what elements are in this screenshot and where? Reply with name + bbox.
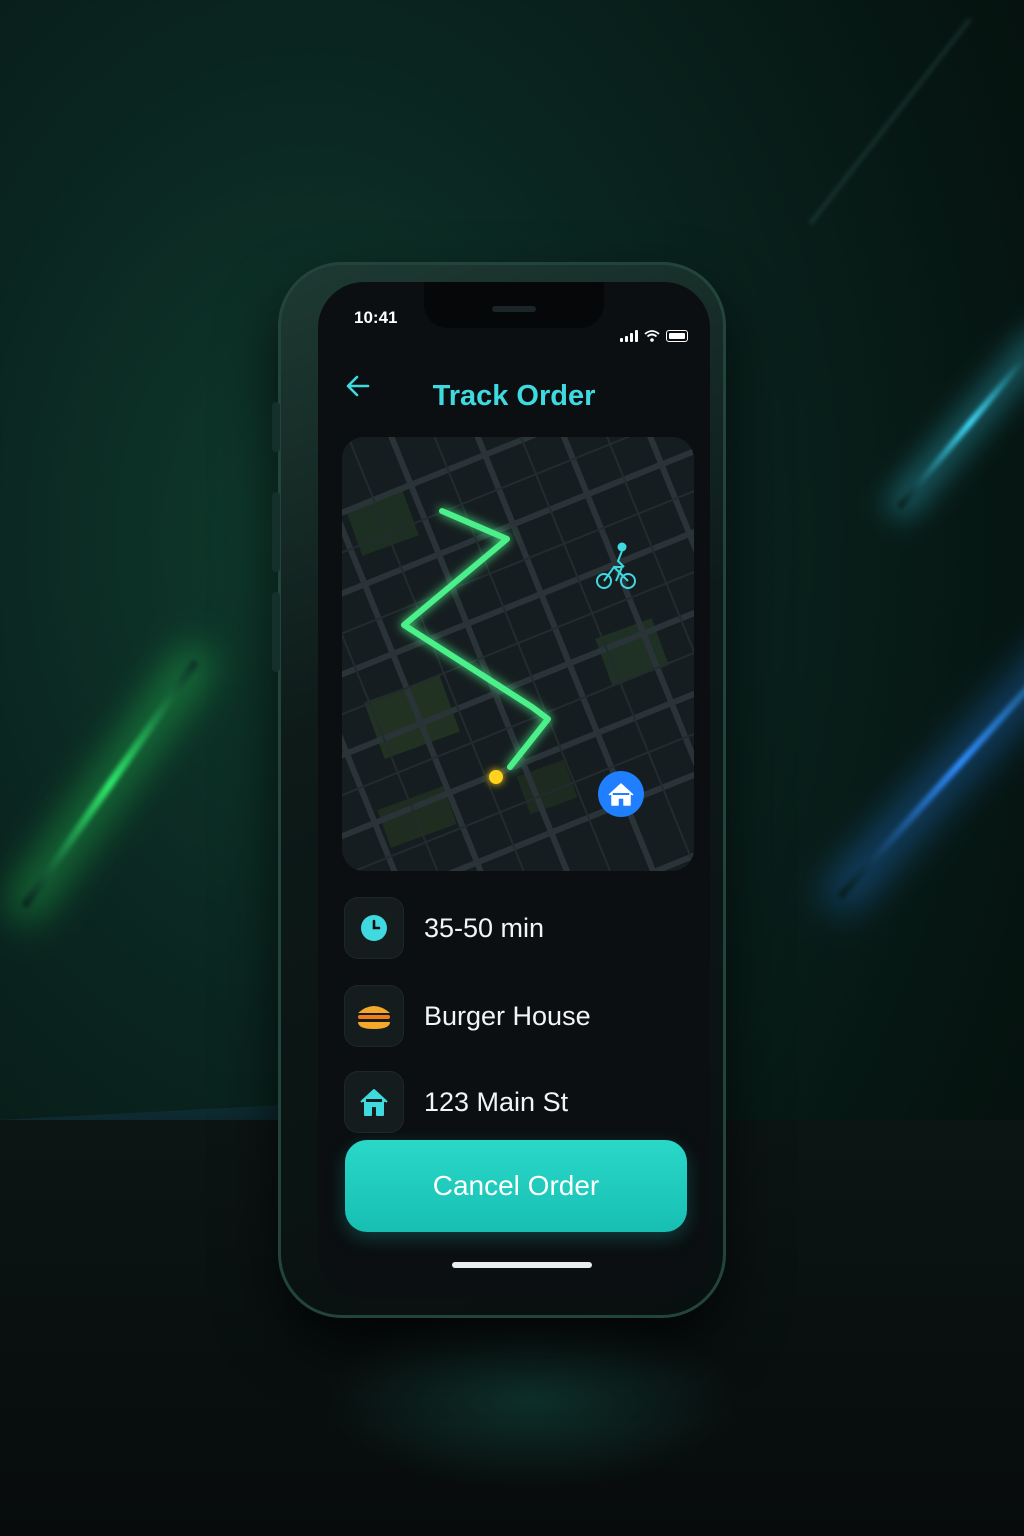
speaker [492, 306, 536, 312]
cancel-order-button[interactable]: Cancel Order [345, 1140, 687, 1232]
phone-side-button [272, 402, 280, 452]
wifi-icon [644, 330, 660, 342]
background-light-beam [808, 18, 972, 225]
home-icon [598, 771, 644, 817]
app-screen: 10:41 Track Order 35-50 min Burger House… [318, 282, 710, 1298]
status-time: 10:41 [354, 308, 398, 327]
delivery-map[interactable] [342, 437, 694, 871]
phone-side-button [272, 492, 280, 572]
phone-side-button [272, 592, 280, 672]
eta-text: 35-50 min [424, 912, 545, 943]
home-indicator[interactable] [452, 1262, 592, 1268]
battery-icon [666, 330, 688, 342]
map-canvas [342, 437, 694, 871]
background-light-beam [836, 627, 1024, 900]
home-icon [344, 1071, 404, 1133]
signal-icon [620, 330, 638, 342]
page-title: Track Order [432, 380, 596, 412]
restaurant-name: Burger House [424, 1000, 591, 1031]
notch [424, 282, 604, 328]
desk-reflection [320, 1310, 740, 1490]
delivery-address: 123 Main St [424, 1086, 569, 1117]
clock-icon [344, 897, 404, 959]
courier-location-dot [489, 770, 503, 784]
burger-icon [344, 985, 404, 1047]
status-icons [620, 330, 688, 342]
restaurant-row: Burger House [344, 984, 591, 1048]
eta-row: 35-50 min [344, 896, 544, 960]
background-light-beam [896, 336, 1024, 510]
background-light-beam [20, 658, 200, 910]
address-row: 123 Main St [344, 1070, 568, 1134]
